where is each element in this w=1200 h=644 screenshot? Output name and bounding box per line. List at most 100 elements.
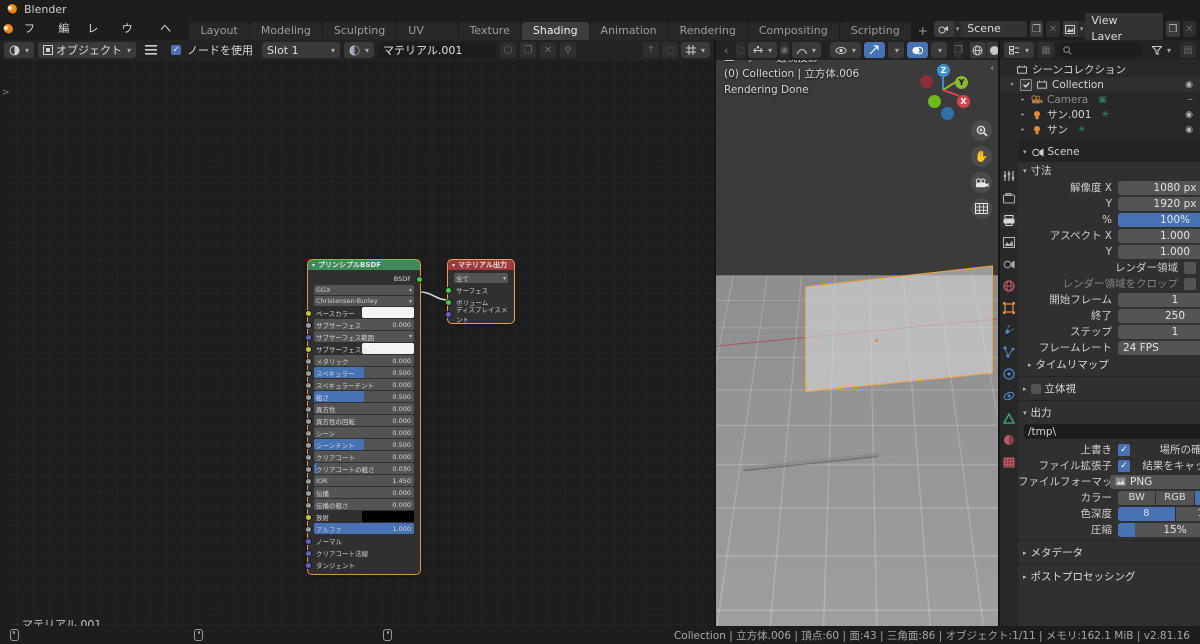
camera-icon[interactable]: [971, 172, 992, 193]
socket-bsdf-out[interactable]: [416, 276, 423, 283]
viewport-visibility-button[interactable]: ▾: [829, 42, 861, 58]
node-input-row[interactable]: シーンチント 0.500: [305, 439, 416, 450]
node-socket[interactable]: [305, 514, 312, 521]
properties-tab-tool[interactable]: [1000, 168, 1018, 184]
node-socket[interactable]: [305, 562, 312, 569]
properties-nav-chevron-icon[interactable]: ▾: [1023, 148, 1027, 156]
output-toggle-checkbox[interactable]: ✓: [1118, 443, 1130, 456]
color-depth-option[interactable]: 8: [1118, 506, 1175, 521]
node-input-row[interactable]: ノーマル: [305, 535, 416, 546]
node-socket[interactable]: [305, 310, 312, 317]
node-input-row[interactable]: スペキュラー 0.500: [305, 367, 416, 378]
editor-type-button[interactable]: ▾: [4, 42, 35, 58]
properties-tab-constraint[interactable]: [1000, 388, 1018, 404]
node-socket[interactable]: [305, 358, 312, 365]
delete-scene-button[interactable]: ✕: [1046, 21, 1060, 37]
color-mode-option[interactable]: RGB: [1156, 490, 1194, 505]
node-input-row[interactable]: メタリック 0.000: [305, 355, 416, 366]
menu-file[interactable]: ファイル: [15, 18, 49, 101]
node-output-bsdf[interactable]: BSDF: [312, 273, 423, 284]
node-input-row[interactable]: サブサーフェス範囲 ▾: [305, 331, 416, 342]
output-toggle-checkbox[interactable]: ✓: [1118, 459, 1130, 472]
viewport-snap-button[interactable]: ▾: [748, 42, 778, 58]
gizmo-axis-neg-x[interactable]: [920, 75, 933, 88]
node-input-row[interactable]: ベースカラー: [305, 307, 416, 318]
node-input-row[interactable]: ディスプレイスメント: [445, 306, 510, 324]
frame-rate-field[interactable]: 24 FPS ▾: [1118, 340, 1200, 355]
node-input-row[interactable]: クリアコートの粗さ 0.030: [305, 463, 416, 474]
properties-tab-material[interactable]: [1000, 432, 1018, 448]
color-depth-options[interactable]: 816: [1118, 506, 1200, 521]
light-data-icon[interactable]: ✳: [1078, 125, 1086, 135]
color-mode-row[interactable]: カラー BWRGBRGBA: [1018, 490, 1200, 505]
node-socket[interactable]: [445, 311, 452, 318]
expand-triangle-icon[interactable]: ▸: [1019, 111, 1027, 118]
dimension-value[interactable]: 1.000: [1118, 244, 1200, 259]
node-socket[interactable]: [445, 287, 452, 294]
panel-dimensions-header[interactable]: ▾ 寸法 ☰ ⣿: [1018, 162, 1200, 179]
material-shield-icon[interactable]: ⬡: [500, 42, 517, 58]
menu-window[interactable]: ウィンドウ: [113, 18, 151, 123]
outliner-checkbox[interactable]: [1020, 78, 1032, 91]
node-input-row[interactable]: 異方性 0.000: [305, 403, 416, 414]
hand-icon[interactable]: ✋: [971, 146, 992, 167]
color-depth-option[interactable]: 16: [1175, 506, 1200, 521]
dimension-row[interactable]: Y 1.000: [1018, 244, 1200, 259]
outliner-row[interactable]: ▸ サン ✳ ◉: [1000, 122, 1200, 137]
properties-tab-world[interactable]: [1000, 278, 1018, 294]
node-socket[interactable]: [305, 490, 312, 497]
navigation-gizmo[interactable]: Z Y X: [916, 62, 970, 120]
gizmo-axis-x[interactable]: X: [957, 95, 970, 108]
viewport-3d[interactable]: ‹ ◌ ▾ ◉ ▾ ▾ ▾ ▾ ❐ (0) Collection | 立方体.0…: [716, 40, 998, 626]
node-input-row[interactable]: 粗さ 0.500: [305, 391, 416, 402]
expand-triangle-icon[interactable]: ▸: [1019, 96, 1027, 103]
new-scene-button[interactable]: ❐: [1029, 21, 1044, 37]
tab-rendering[interactable]: Rendering: [668, 22, 747, 40]
selected-object-plane[interactable]: [805, 265, 993, 393]
tab-uv-editing[interactable]: UV Editing: [397, 22, 458, 55]
tab-compositing[interactable]: Compositing: [747, 22, 839, 40]
tab-texture-paint[interactable]: Texture Paint: [458, 22, 521, 55]
node-socket[interactable]: [305, 334, 312, 341]
properties-tab-scene[interactable]: [1000, 256, 1018, 272]
scene-name[interactable]: Scene: [961, 21, 1027, 37]
node-input-row[interactable]: 伝播の粗さ 0.000: [305, 499, 416, 510]
frame-row[interactable]: 開始フレーム 1: [1018, 292, 1200, 307]
gizmo-axis-neg-y[interactable]: [928, 95, 941, 108]
frame-value[interactable]: 1: [1118, 292, 1200, 307]
tab-shading[interactable]: Shading: [521, 22, 589, 40]
outliner-new-collection-icon[interactable]: ▤: [1180, 42, 1196, 58]
viewlayer-selector[interactable]: ▾ View Layer: [1062, 13, 1164, 45]
node-socket[interactable]: [305, 466, 312, 473]
panel-output-header[interactable]: ▾ 出力 ⣿: [1018, 404, 1200, 421]
menu-edit[interactable]: 編集: [49, 18, 78, 57]
dimension-value[interactable]: 1080 px: [1118, 180, 1200, 195]
frame-value[interactable]: 250: [1118, 308, 1200, 323]
light-data-icon[interactable]: ✳: [1101, 110, 1109, 120]
node-socket[interactable]: [305, 418, 312, 425]
add-workspace-button[interactable]: +: [912, 22, 934, 40]
camera-data-icon[interactable]: ▣: [1098, 95, 1107, 105]
node-socket[interactable]: [305, 442, 312, 449]
material-unlink-icon[interactable]: ✕: [540, 42, 557, 58]
properties-tab-data[interactable]: [1000, 410, 1018, 426]
node-socket[interactable]: [305, 406, 312, 413]
new-viewlayer-button[interactable]: ❐: [1166, 21, 1180, 37]
node-socket[interactable]: [305, 430, 312, 437]
node-socket[interactable]: [305, 478, 312, 485]
viewport-proportional-icon[interactable]: ◉: [780, 42, 789, 58]
node-input-row[interactable]: 異方性の回転 0.000: [305, 415, 416, 426]
viewport-overlays-toggle[interactable]: [906, 42, 928, 58]
dimension-row[interactable]: Y 1920 px: [1018, 196, 1200, 211]
node-dropdown-distribution[interactable]: GGX ▾: [312, 285, 416, 295]
panel-postprocessing-header[interactable]: ▸ ポストプロセッシング ⣿: [1018, 568, 1200, 585]
frame-value[interactable]: 1: [1118, 324, 1200, 339]
snap-settings-button[interactable]: ▾: [680, 42, 710, 58]
node-input-row[interactable]: アルファ 1.000: [305, 523, 416, 534]
visibility-eye-icon[interactable]: ⌣: [1187, 95, 1193, 105]
node-input-row[interactable]: 伝播 0.000: [305, 487, 416, 498]
node-socket[interactable]: [305, 454, 312, 461]
node-socket[interactable]: [305, 322, 312, 329]
dimension-value[interactable]: 100%: [1118, 212, 1200, 227]
compression-row[interactable]: 圧縮 15%: [1018, 522, 1200, 537]
